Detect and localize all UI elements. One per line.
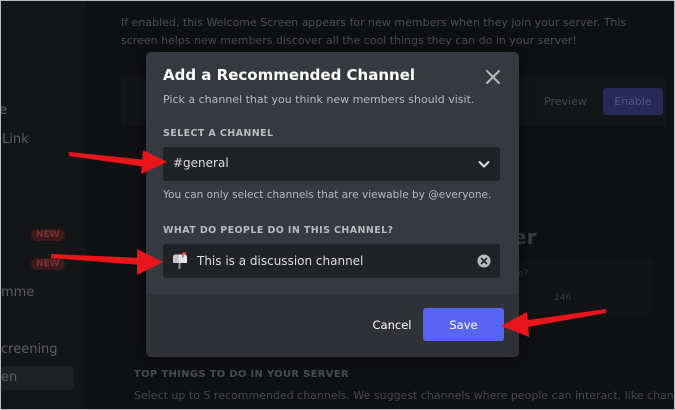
channel-description-input[interactable] bbox=[197, 244, 467, 278]
background-sidebar: e Link NEW NEW mme creening en bbox=[1, 1, 86, 409]
mailbox-icon[interactable] bbox=[171, 252, 189, 270]
add-recommended-channel-modal: Add a Recommended Channel Pick a channel… bbox=[146, 52, 519, 357]
selected-channel: #general bbox=[173, 156, 229, 170]
close-button[interactable] bbox=[482, 66, 504, 88]
channel-select[interactable]: #general bbox=[163, 147, 500, 181]
background-panel bbox=[513, 259, 653, 314]
cancel-button[interactable]: Cancel bbox=[366, 314, 418, 336]
save-button[interactable]: Save bbox=[423, 308, 504, 341]
select-helper-text: You can only select channels that are vi… bbox=[163, 189, 492, 201]
new-badge: NEW bbox=[31, 258, 65, 270]
background-description: If enabled, this Welcome Screen appears … bbox=[121, 16, 627, 47]
channel-description-label: WHAT DO PEOPLE DO IN THIS CHANNEL? bbox=[163, 225, 394, 236]
preview-button[interactable]: Preview bbox=[544, 95, 587, 108]
screenshot-frame: e Link NEW NEW mme creening en If enable… bbox=[0, 0, 675, 410]
chevron-down-icon bbox=[478, 161, 490, 168]
background-panel-text: 146 bbox=[554, 293, 572, 303]
close-icon bbox=[486, 70, 500, 84]
enable-button[interactable]: Enable bbox=[603, 88, 663, 115]
select-channel-label: SELECT A CHANNEL bbox=[163, 128, 274, 139]
channel-description-field[interactable] bbox=[163, 244, 500, 278]
top-things-heading: TOP THINGS TO DO IN YOUR SERVER bbox=[134, 369, 349, 380]
new-badge: NEW bbox=[31, 229, 65, 241]
modal-footer: Cancel Save bbox=[146, 294, 519, 357]
sidebar-item[interactable]: mme bbox=[1, 285, 34, 300]
sidebar-item[interactable]: creening bbox=[1, 342, 58, 357]
top-things-description: Select up to 5 recommended channels. We … bbox=[134, 389, 675, 402]
background-panel-text: e? bbox=[518, 269, 529, 279]
sidebar-item[interactable]: en bbox=[1, 370, 17, 385]
sidebar-item[interactable]: Link bbox=[2, 132, 29, 147]
sidebar-item[interactable]: e bbox=[1, 103, 7, 118]
clear-icon[interactable] bbox=[477, 254, 491, 268]
modal-subtitle: Pick a channel that you think new member… bbox=[163, 93, 475, 106]
modal-title: Add a Recommended Channel bbox=[163, 66, 416, 84]
